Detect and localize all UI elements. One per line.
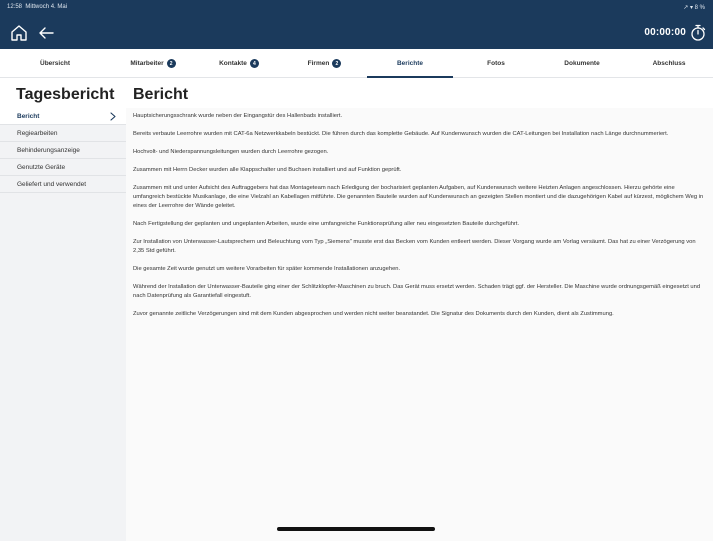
tab-mitarbeiter[interactable]: Mitarbeiter 2	[110, 49, 196, 78]
report-paragraph: Während der Installation der Unterwasser…	[133, 284, 701, 299]
sidebar-item-genutzte-geraete[interactable]: Genutzte Geräte	[0, 159, 126, 176]
sidebar-item-regiearbeiten[interactable]: Regiearbeiten	[0, 125, 126, 142]
tab-kontakte[interactable]: Kontakte 4	[196, 49, 282, 78]
sidebar-item-label: Regiearbeiten	[17, 129, 58, 137]
chevron-right-icon	[110, 112, 116, 121]
home-icon[interactable]	[10, 24, 28, 42]
status-indicators: ↗ ▾ 8 %	[683, 5, 705, 11]
report-paragraph: Die gesamte Zeit wurde genutzt um weiter…	[133, 266, 401, 272]
section-title: Bericht	[133, 86, 189, 103]
count-badge: 4	[249, 59, 259, 68]
status-bar-left: 12:58 Mittwoch 4. Mai	[7, 4, 67, 10]
sidebar: Bericht Regiearbeiten Behinderungsanzeig…	[0, 108, 126, 541]
report-content[interactable]: Hauptsicherungsschrank wurde neben der E…	[126, 108, 713, 541]
top-bar: 12:58 Mittwoch 4. Mai ↗ ▾ 8 % 00:00:00	[0, 0, 713, 49]
arrow-left-icon[interactable]	[38, 26, 54, 40]
status-time: 12:58	[7, 4, 23, 10]
sidebar-item-behinderungsanzeige[interactable]: Behinderungsanzeige	[0, 142, 126, 159]
timer-display: 00:00:00	[644, 27, 686, 38]
tab-berichte[interactable]: Berichte	[367, 49, 453, 78]
status-date: Mittwoch 4. Mai	[25, 4, 68, 10]
sidebar-item-bericht[interactable]: Bericht	[0, 108, 126, 125]
report-paragraph: Hauptsicherungsschrank wurde neben der E…	[133, 113, 343, 119]
report-paragraph: Zur Installation von Unterwasser-Lautspr…	[133, 239, 696, 254]
report-paragraph: Bereits verbaute Leerrohre wurden mit CA…	[133, 131, 669, 137]
tab-label: Fotos	[487, 60, 505, 67]
report-paragraph: Hochvolt- und Niederspannungsleitungen w…	[133, 149, 329, 155]
tab-label: Abschluss	[652, 60, 686, 67]
tab-abschluss[interactable]: Abschluss	[625, 49, 713, 78]
report-paragraph: Zusammen mit und unter Aufsicht des Auft…	[133, 185, 704, 209]
report-paragraph: Zuvor genannte zeitliche Verzögerungen s…	[133, 311, 614, 317]
count-badge: 2	[332, 59, 342, 68]
tab-label: Dokumente	[564, 60, 600, 67]
report-paragraph: Zusammen mit Herrn Decker wurden alle Kl…	[133, 167, 402, 173]
sidebar-item-label: Bericht	[17, 112, 40, 120]
tab-label: Firmen	[307, 60, 330, 67]
sidebar-item-geliefert-und-verwendet[interactable]: Geliefert und verwendet	[0, 176, 126, 193]
home-indicator[interactable]	[277, 527, 435, 531]
tab-label: Berichte	[396, 60, 423, 67]
stopwatch-icon[interactable]	[690, 24, 706, 41]
tab-label: Übersicht	[40, 60, 70, 67]
tab-dokumente[interactable]: Dokumente	[539, 49, 625, 78]
report-paragraph: Nach Fertigstellung der geplanten und un…	[133, 221, 520, 227]
page-title: Tagesbericht	[16, 86, 115, 103]
sidebar-item-label: Geliefert und verwendet	[17, 180, 87, 188]
sidebar-item-label: Behinderungsanzeige	[17, 146, 80, 154]
sidebar-item-label: Genutzte Geräte	[17, 163, 66, 171]
tab-uebersicht[interactable]: Übersicht	[0, 49, 110, 78]
tab-label: Kontakte	[219, 60, 247, 67]
count-badge: 2	[166, 59, 176, 68]
tab-bar: Übersicht Mitarbeiter 2 Kontakte 4 Firme…	[0, 49, 713, 78]
tab-firmen[interactable]: Firmen 2	[282, 49, 367, 78]
tab-fotos[interactable]: Fotos	[453, 49, 539, 78]
active-tab-indicator	[367, 76, 453, 78]
tab-label: Mitarbeiter	[130, 60, 164, 67]
